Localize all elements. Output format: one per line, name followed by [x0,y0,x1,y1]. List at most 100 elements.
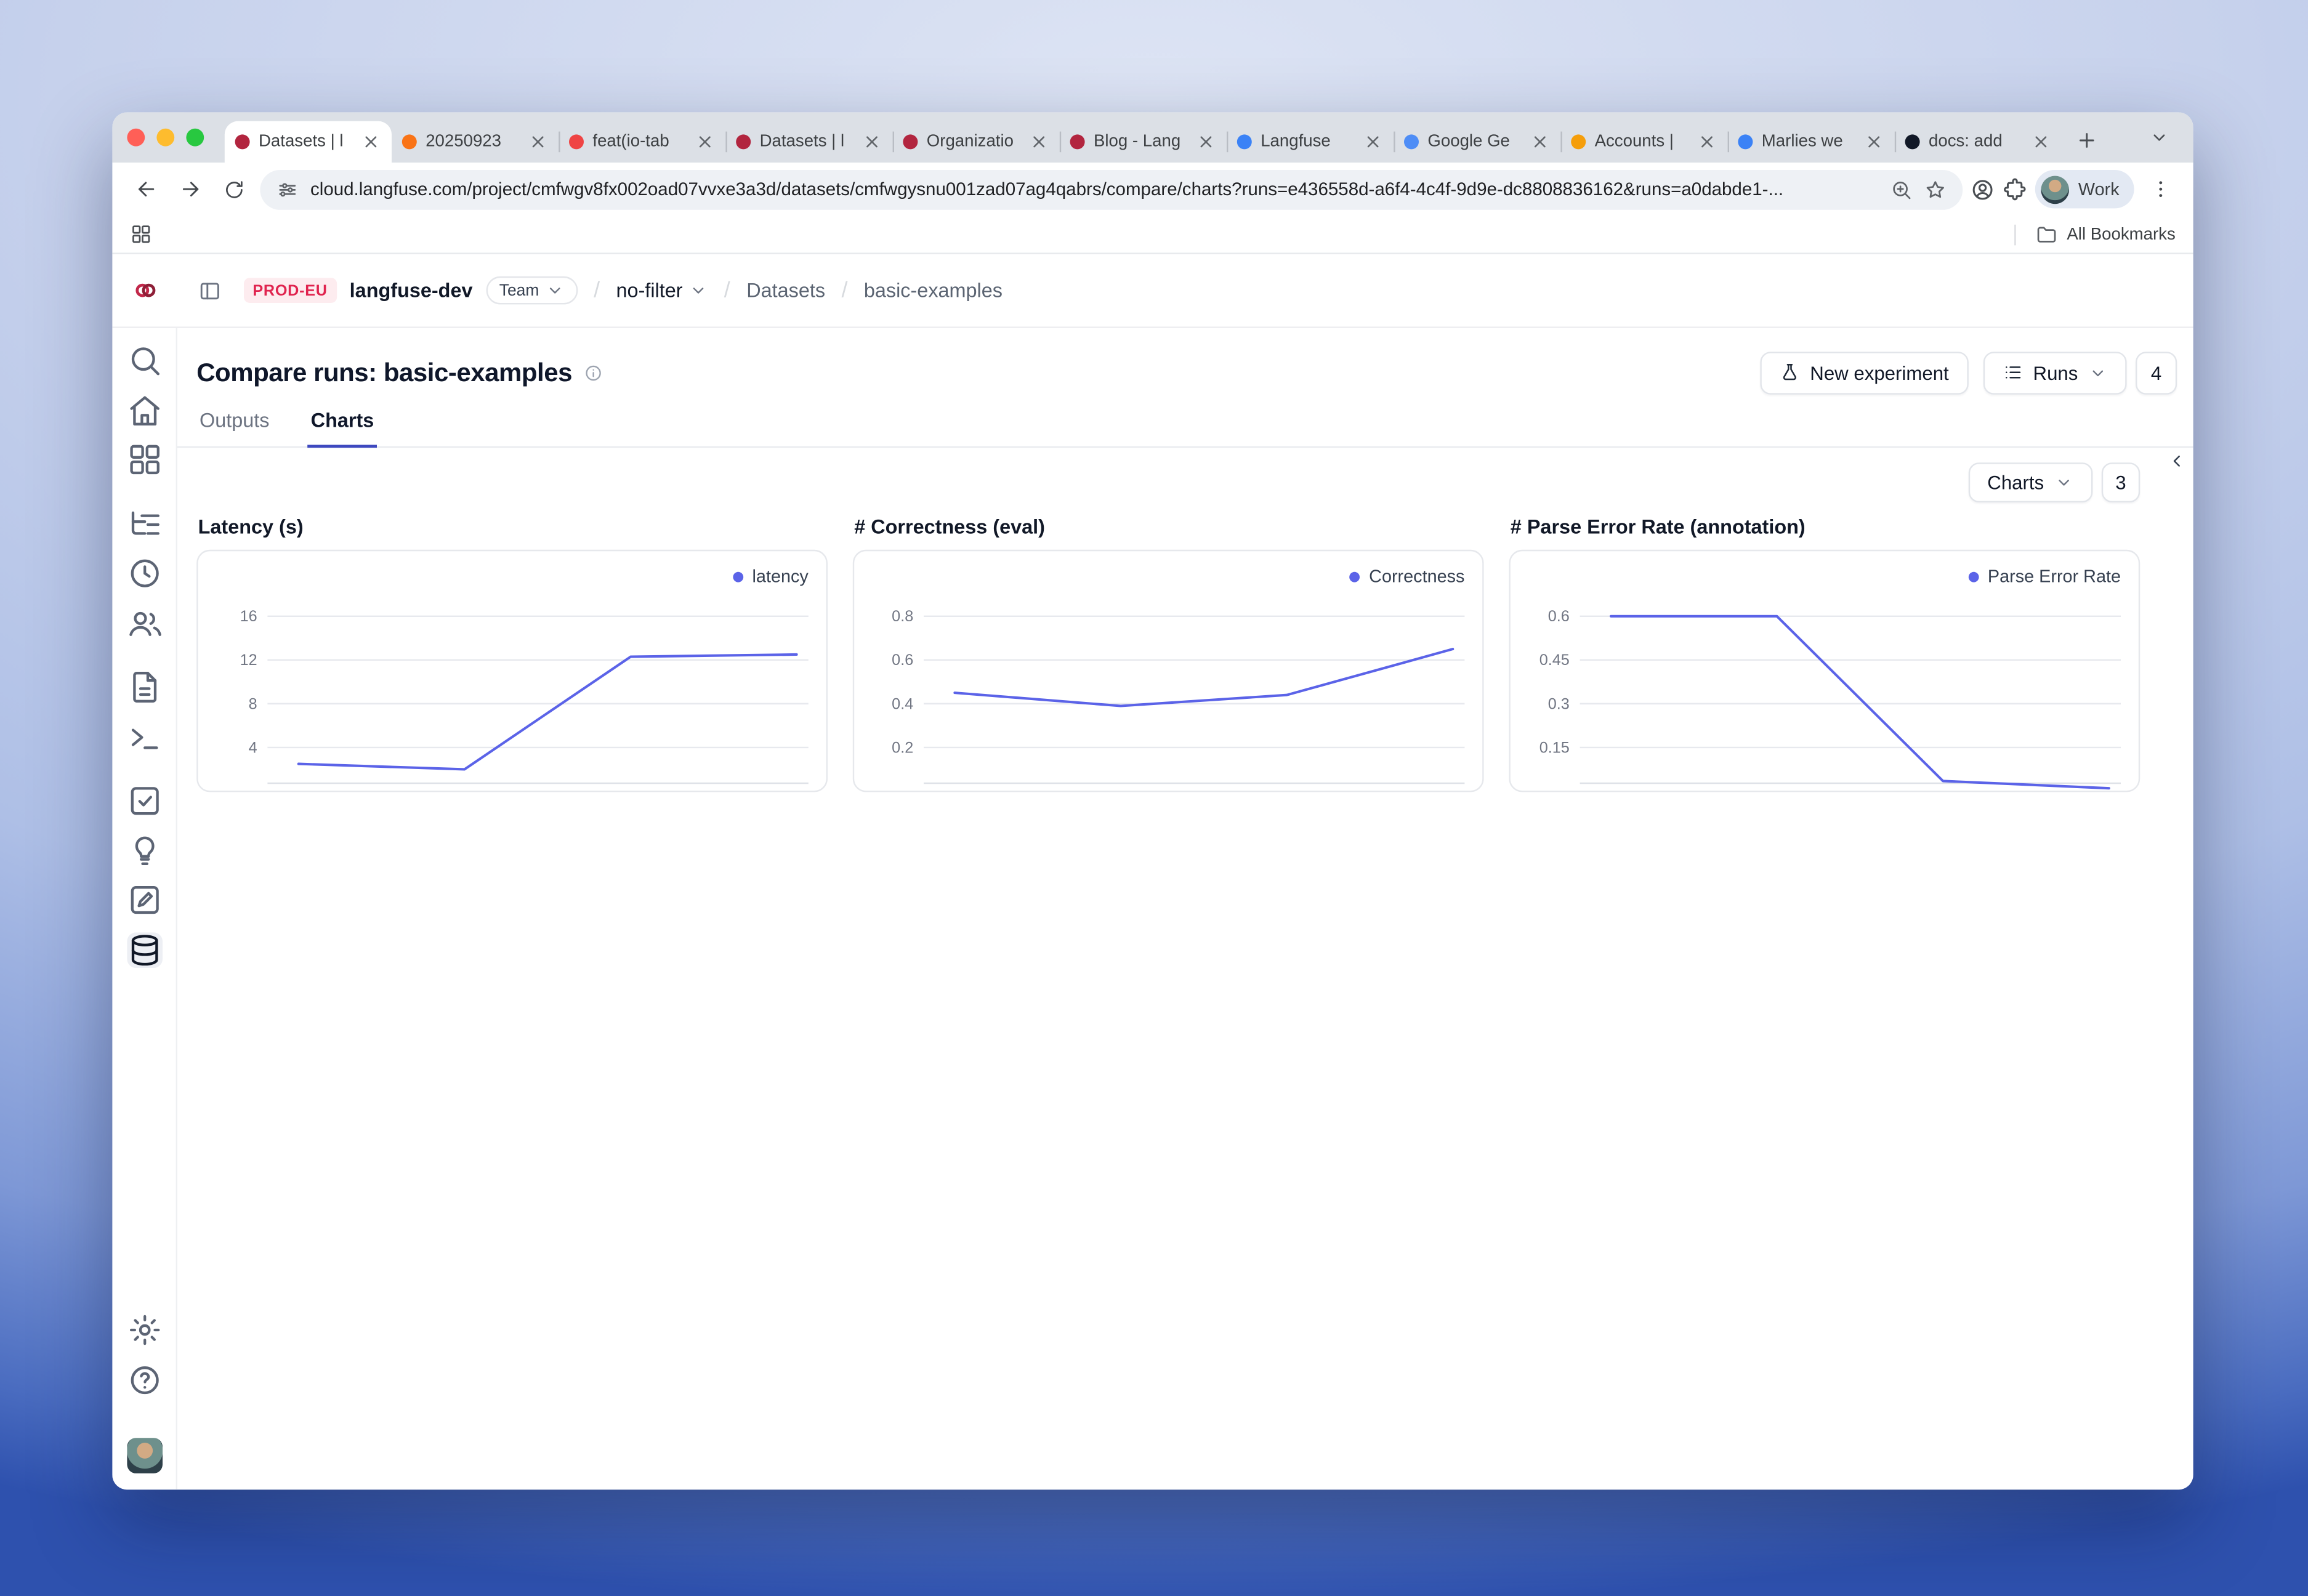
sidebar-item-users[interactable] [126,605,162,641]
extensions-puzzle-icon[interactable] [2003,177,2028,202]
line-chart-svg: 0.80.60.40.2 [854,551,1482,791]
tab-close-icon[interactable] [861,132,882,153]
legend-label: Parse Error Rate [1988,566,2121,587]
tab-close-icon[interactable] [1697,132,1717,153]
sidebar-item-tracing[interactable] [126,506,162,542]
breadcrumb-separator [841,278,847,303]
breadcrumb-current-item[interactable]: basic-examples [864,280,1003,302]
browser-menu-button[interactable] [2142,171,2179,208]
chart-title: # Correctness (eval) [854,516,1483,538]
sidebar-top-group [126,343,162,981]
sidebar-item-settings[interactable] [126,1312,162,1348]
tab-close-icon[interactable] [1530,132,1551,153]
project-selector[interactable]: no-filter [616,280,708,302]
collapse-panel-button[interactable] [2165,449,2189,473]
browser-profile-chip[interactable]: Work [2035,170,2134,208]
tab-close-icon[interactable] [1863,132,1884,153]
browser-tab[interactable]: Datasets | l [225,121,392,163]
fullscreen-window-button[interactable] [186,129,204,147]
sidebar-item-llm-as-judge[interactable] [126,832,162,868]
y-tick-label: 0.6 [892,651,913,669]
sidebar-item-support[interactable] [126,1362,162,1398]
tab-search-button[interactable] [2140,118,2178,156]
close-icon [361,132,382,153]
org-plan-chip[interactable]: Team [486,276,578,305]
zoom-icon[interactable] [1890,178,1913,200]
tab-close-icon[interactable] [1028,132,1049,153]
tab-close-icon[interactable] [361,132,382,153]
apps-grid-icon[interactable] [130,223,152,245]
tab-favicon [235,134,250,149]
breadcrumb-datasets-link[interactable]: Datasets [746,280,825,302]
chevron-down-icon [2088,363,2107,382]
all-bookmarks[interactable]: All Bookmarks [2014,223,2176,245]
address-bar[interactable]: cloud.langfuse.com/project/cmfwgv8fx002o… [260,169,1963,209]
extension-profile-icon[interactable] [1971,177,1996,202]
tab-close-icon[interactable] [1196,132,1217,153]
close-icon [1863,132,1884,153]
info-icon[interactable] [584,363,603,382]
new-tab-button[interactable] [2068,121,2106,159]
tab-close-icon[interactable] [1363,132,1384,153]
browser-tab[interactable]: Accounts | [1560,121,1727,163]
profile-avatar [2041,175,2070,203]
sidebar-item-sessions[interactable] [126,555,162,591]
line-chart-svg: 0.60.450.30.15 [1511,551,2139,791]
back-button[interactable] [127,171,164,208]
chart-card: 161284latency [196,550,828,792]
chart-legend: Parse Error Rate [1969,566,2121,587]
sidebar-item-datasets[interactable] [126,932,162,967]
sidebar-item-home[interactable] [126,392,162,428]
sidebar-toggle-icon[interactable] [198,278,222,302]
new-experiment-label: New experiment [1810,361,1948,384]
browser-tab[interactable]: 20250923 [392,121,559,163]
tab-label: docs: add [1929,133,2022,151]
tab-outputs[interactable]: Outputs [196,403,272,448]
runs-dropdown-button[interactable]: Runs [1983,351,2127,394]
tab-label: Accounts | [1595,133,1688,151]
tab-charts[interactable]: Charts [308,403,377,448]
site-settings-icon[interactable] [276,178,299,200]
y-tick-label: 16 [240,608,257,625]
org-name[interactable]: langfuse-dev [350,280,473,302]
browser-tabs: Datasets | l20250923feat(io-tabDatasets … [225,121,2062,163]
browser-tab[interactable]: Datasets | l [725,121,892,163]
close-icon [528,132,549,153]
charts-grid: Latency (s)161284latency# Correctness (e… [177,502,2193,792]
browser-tab[interactable]: Organizatio [893,121,1060,163]
sidebar-item-account[interactable] [126,1438,162,1473]
bookmark-star-icon[interactable] [1924,178,1947,200]
sidebar-item-playground[interactable] [126,719,162,755]
url-text[interactable]: cloud.langfuse.com/project/cmfwgv8fx002o… [310,179,1879,200]
series-line [954,649,1453,706]
browser-tab[interactable]: Google Ge [1394,121,1560,163]
sidebar-item-dashboards[interactable] [126,442,162,478]
browser-tab[interactable]: feat(io-tab [559,121,725,163]
browser-tab[interactable]: Marlies we [1728,121,1895,163]
browser-tab[interactable]: Langfuse [1227,121,1394,163]
sidebar-item-search[interactable] [126,343,162,379]
sidebar-item-prompts[interactable] [126,669,162,705]
tab-close-icon[interactable] [2031,132,2052,153]
tab-close-icon[interactable] [528,132,549,153]
sidebar-item-evaluation[interactable] [126,783,162,819]
sidebar-item-annotation[interactable] [126,882,162,918]
close-window-button[interactable] [127,129,145,147]
reload-button[interactable] [216,171,252,208]
tab-favicon [569,134,584,149]
browser-tab[interactable]: docs: add [1895,121,2062,163]
search-icon [126,343,162,379]
chart-block: # Correctness (eval)0.80.60.40.2Correctn… [853,516,1484,792]
minimize-window-button[interactable] [156,129,174,147]
new-experiment-button[interactable]: New experiment [1760,351,1968,394]
forward-button[interactable] [171,171,208,208]
browser-tab[interactable]: Blog - Lang [1060,121,1227,163]
charts-dropdown-button[interactable]: Charts [1968,462,2092,502]
tab-label: Langfuse [1261,133,1354,151]
star-icon [1924,178,1947,200]
langfuse-logo[interactable] [133,278,158,303]
tab-close-icon[interactable] [695,132,716,153]
charts-control-group: Charts 3 [1968,462,2140,502]
divider [2014,224,2015,245]
app-body: Compare runs: basic-examples New experim… [112,328,2193,1489]
